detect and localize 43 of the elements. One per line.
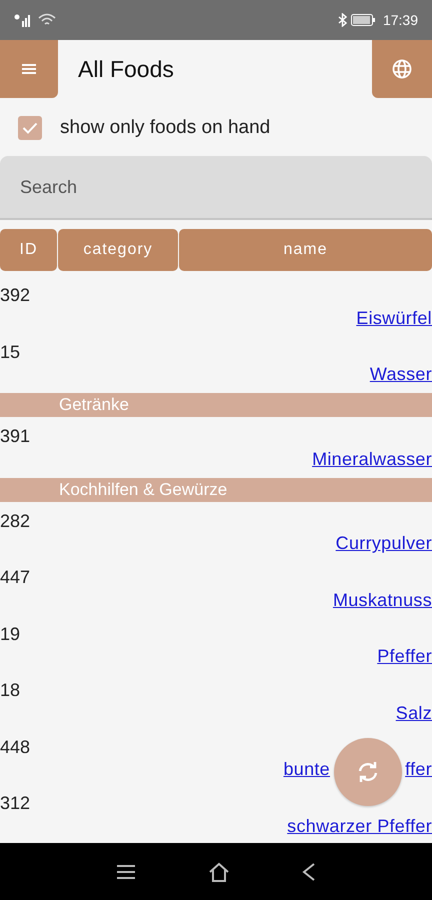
food-link[interactable]: Currypulver <box>336 534 432 554</box>
back-icon[interactable] <box>302 862 316 882</box>
food-link[interactable]: Wasser <box>370 365 432 385</box>
refresh-button[interactable] <box>334 738 402 806</box>
language-button[interactable] <box>372 40 432 98</box>
id-cell-text: 448 <box>0 736 30 758</box>
battery-icon <box>350 14 377 26</box>
id-cell-text: 282 <box>0 510 30 532</box>
menu-icon <box>22 63 36 75</box>
category-header: Kochhilfen & Gewürze <box>0 478 432 502</box>
search-field[interactable]: Search <box>0 156 432 220</box>
id-cell-text: 392 <box>0 284 30 307</box>
food-link-fragment[interactable]: bunte <box>283 760 330 780</box>
id-cell-text: 447 <box>0 566 30 589</box>
id-cell-text: 312 <box>0 792 30 815</box>
food-link-fragment[interactable]: ffer <box>405 760 432 780</box>
home-icon[interactable] <box>208 862 230 882</box>
checkbox-label: show only foods on hand <box>60 116 270 140</box>
checkbox[interactable] <box>18 116 42 140</box>
column-header: category <box>58 229 178 271</box>
food-link[interactable]: Pfeffer <box>377 647 432 667</box>
food-link[interactable]: Mineralwasser <box>312 450 432 470</box>
food-link[interactable]: Salz <box>396 704 432 724</box>
status-time: 17:39 <box>382 10 418 30</box>
bluetooth-icon <box>338 13 347 27</box>
food-link[interactable]: schwarzer Pfeffer <box>287 816 432 836</box>
id-cell-text: 19 <box>0 622 20 646</box>
column-header: ID <box>0 229 57 271</box>
signal-icon <box>14 13 32 27</box>
app-title: All Foods <box>78 54 175 84</box>
id-cell-text: 18 <box>0 679 20 702</box>
check-icon <box>22 122 38 134</box>
category-header: Getränke <box>0 393 432 417</box>
id-cell-text: 391 <box>0 425 30 448</box>
food-link[interactable]: Muskatnuss <box>332 590 432 610</box>
column-header: name <box>179 229 432 271</box>
food-link[interactable]: Eiswürfel <box>356 308 432 328</box>
refresh-icon <box>356 760 380 784</box>
menu-icon[interactable] <box>116 864 136 880</box>
wifi-icon <box>38 13 56 27</box>
menu-button[interactable] <box>0 40 58 98</box>
id-cell-text: 15 <box>0 340 20 364</box>
globe-icon <box>392 59 412 79</box>
